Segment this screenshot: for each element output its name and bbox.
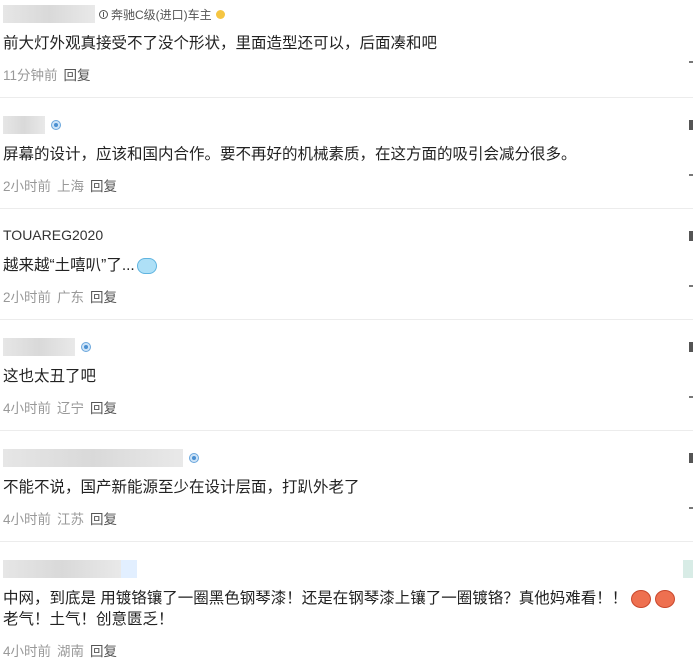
comment-author	[3, 560, 137, 578]
reply-button[interactable]: 回复	[90, 286, 117, 306]
angry-face-emoji	[655, 589, 676, 608]
comment-meta: 11分钟前 回复	[3, 64, 91, 84]
comment-location: 上海	[57, 179, 85, 194]
comment-text-line2: 老气！土气！创意匮乏！	[3, 611, 174, 628]
comment-time: 11分钟前	[3, 68, 58, 83]
comment-author	[3, 338, 91, 356]
comment-author: 奔驰C级(进口)车主	[3, 5, 225, 23]
username-blurred[interactable]	[3, 5, 95, 23]
angry-face-emoji	[631, 589, 652, 608]
menu-tick	[689, 507, 693, 509]
comment-meta: 4小时前 湖南 回复	[3, 640, 117, 660]
comment-menu-edge[interactable]	[689, 342, 693, 398]
comment-text: 屏幕的设计，应该和国内合作。要不再好的机械素质，在这方面的吸引会减分很多。	[3, 146, 577, 163]
divider	[0, 430, 693, 431]
medal-icon	[215, 9, 225, 19]
comment-meta: 2小时前 广东 回复	[3, 286, 117, 306]
menu-handle	[689, 120, 693, 130]
verified-badge-icon	[51, 120, 61, 130]
comment-text: 不能不说，国产新能源至少在设计层面，打趴外老了	[3, 479, 360, 496]
comment-meta: 2小时前 上海 回复	[3, 175, 117, 195]
reply-button[interactable]: 回复	[90, 397, 117, 417]
divider	[0, 541, 693, 542]
username-blurred[interactable]	[3, 449, 183, 467]
comment-text-body: 越来越“土嘻叭”了...	[3, 257, 135, 274]
comment-meta: 4小时前 江苏 回复	[3, 508, 117, 528]
divider	[0, 208, 693, 209]
comment-author	[3, 449, 199, 467]
menu-tick	[689, 174, 693, 176]
comment-time: 4小时前	[3, 512, 52, 527]
sweat-cloud-emoji	[136, 257, 157, 274]
comment-time: 2小时前	[3, 290, 52, 305]
comment-time: 2小时前	[3, 179, 52, 194]
username-tint	[121, 560, 137, 578]
menu-handle	[689, 231, 693, 241]
owner-tag[interactable]: 奔驰C级(进口)车主	[99, 6, 225, 23]
verified-badge-icon	[189, 453, 199, 463]
reply-button[interactable]: 回复	[90, 640, 117, 660]
comment-menu-edge[interactable]	[689, 120, 693, 176]
menu-handle	[689, 342, 693, 352]
verified-badge-icon	[81, 342, 91, 352]
comment-text-body: 中网，到底是 用镀铬镶了一圈黑色钢琴漆！还是在钢琴漆上镶了一圈镀铬？真他妈难看！…	[3, 590, 628, 607]
reply-button[interactable]: 回复	[64, 64, 91, 84]
car-brand-icon	[99, 9, 108, 19]
comment-author: TOUAREG2020	[3, 226, 103, 244]
menu-tick	[689, 396, 693, 398]
reply-button[interactable]: 回复	[90, 175, 117, 195]
comment-author	[3, 116, 61, 134]
comment-location: 江苏	[57, 512, 85, 527]
comment-location: 广东	[57, 290, 85, 305]
comment-menu-edge[interactable]	[689, 231, 693, 287]
divider	[0, 319, 693, 320]
comment-time: 4小时前	[3, 401, 52, 416]
username[interactable]: TOUAREG2020	[3, 227, 103, 243]
menu-tick	[689, 285, 693, 287]
comment-text: 前大灯外观真接受不了没个形状，里面造型还可以，后面凑和吧	[3, 35, 438, 52]
comment-location: 湖南	[57, 644, 85, 659]
side-tint	[683, 560, 693, 578]
username-blurred[interactable]	[3, 116, 45, 134]
comment-time: 4小时前	[3, 644, 52, 659]
menu-handle	[689, 453, 693, 463]
comment-menu-edge[interactable]	[689, 453, 693, 509]
comment-meta: 4小时前 辽宁 回复	[3, 397, 117, 417]
comment-location: 辽宁	[57, 401, 85, 416]
divider	[0, 97, 693, 98]
username-blurred[interactable]	[3, 560, 121, 578]
reply-button[interactable]: 回复	[90, 508, 117, 528]
menu-tick	[689, 61, 693, 63]
comment-menu-edge[interactable]	[689, 9, 693, 63]
comment-text: 这也太丑了吧	[3, 368, 97, 385]
comment-text: 中网，到底是 用镀铬镶了一圈黑色钢琴漆！还是在钢琴漆上镶了一圈镀铬？真他妈难看！…	[3, 588, 676, 610]
comment-text: 越来越“土嘻叭”了...	[3, 255, 157, 277]
username-blurred[interactable]	[3, 338, 75, 356]
owner-tag-label: 奔驰C级(进口)车主	[111, 7, 212, 22]
